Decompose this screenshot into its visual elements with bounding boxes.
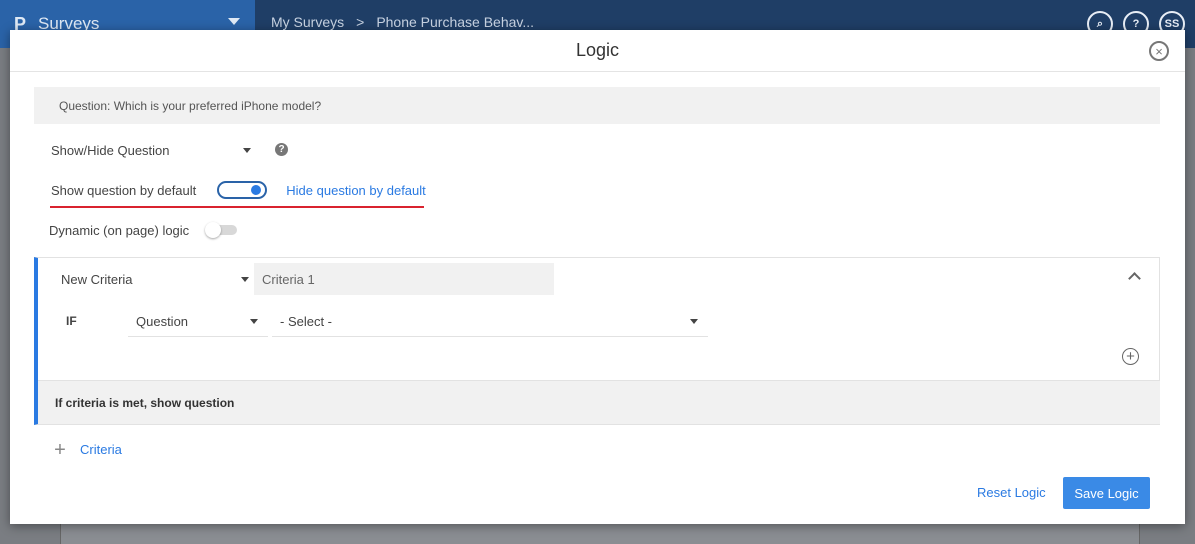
- chevron-down-icon: [241, 276, 249, 282]
- condition-value-value: - Select -: [280, 313, 333, 329]
- breadcrumb: My Surveys > Phone Purchase Behav...: [271, 14, 534, 30]
- question-bar: Question: Which is your preferred iPhone…: [34, 87, 1160, 124]
- criteria-result-bar: If criteria is met, show question: [38, 380, 1160, 424]
- condition-question-value: Question: [136, 313, 189, 329]
- criteria-result-text: If criteria is met, show question: [55, 395, 235, 410]
- add-criteria-button[interactable]: + Criteria: [53, 438, 122, 461]
- chevron-down-icon: [243, 147, 251, 153]
- question-mark-icon[interactable]: ?: [275, 143, 288, 156]
- criteria-name-input[interactable]: [254, 263, 554, 295]
- showhide-select[interactable]: Show/Hide Question: [51, 138, 251, 162]
- chevron-down-icon: [690, 318, 698, 324]
- dynamic-logic-row: Dynamic (on page) logic: [49, 220, 238, 240]
- default-visibility-toggle[interactable]: [217, 181, 268, 199]
- modal-header: Logic: [10, 30, 1185, 72]
- condition-question-select[interactable]: Question: [128, 306, 268, 337]
- reset-logic-link[interactable]: Reset Logic: [977, 485, 1046, 500]
- plus-icon: +: [54, 438, 66, 461]
- showhide-select-value: Show/Hide Question: [51, 142, 170, 158]
- dynamic-logic-toggle[interactable]: [205, 222, 238, 238]
- question-text: Question: Which is your preferred iPhone…: [59, 98, 322, 113]
- breadcrumb-survey[interactable]: Phone Purchase Behav...: [376, 14, 534, 30]
- hide-default-label[interactable]: Hide question by default: [286, 183, 425, 198]
- chevron-down-icon[interactable]: [228, 18, 240, 25]
- add-criteria-label: Criteria: [80, 442, 122, 457]
- criteria-type-select[interactable]: New Criteria: [61, 263, 251, 295]
- criteria-card: New Criteria IF Question - Select - + If…: [34, 257, 1160, 425]
- toggle-knob: [205, 222, 222, 238]
- dynamic-logic-label: Dynamic (on page) logic: [49, 222, 190, 238]
- save-logic-button[interactable]: Save Logic: [1063, 477, 1150, 509]
- showhide-row: Show/Hide Question: [51, 138, 271, 162]
- add-condition-icon[interactable]: +: [1122, 348, 1139, 365]
- toggle-knob: [251, 185, 262, 195]
- criteria-type-value: New Criteria: [61, 271, 133, 287]
- chevron-up-icon[interactable]: [1128, 272, 1141, 285]
- chevron-down-icon: [250, 318, 258, 324]
- breadcrumb-my-surveys[interactable]: My Surveys: [271, 14, 344, 30]
- if-label: IF: [66, 314, 77, 328]
- modal-title: Logic: [575, 40, 620, 60]
- logic-modal: Logic × Question: Which is your preferre…: [10, 30, 1185, 524]
- default-visibility-row: Show question by default Hide question b…: [51, 179, 426, 201]
- show-default-label: Show question by default: [51, 182, 197, 198]
- breadcrumb-separator: >: [356, 14, 365, 30]
- condition-value-select[interactable]: - Select -: [272, 306, 708, 337]
- close-icon[interactable]: ×: [1149, 41, 1169, 61]
- highlight-underline: [50, 206, 424, 208]
